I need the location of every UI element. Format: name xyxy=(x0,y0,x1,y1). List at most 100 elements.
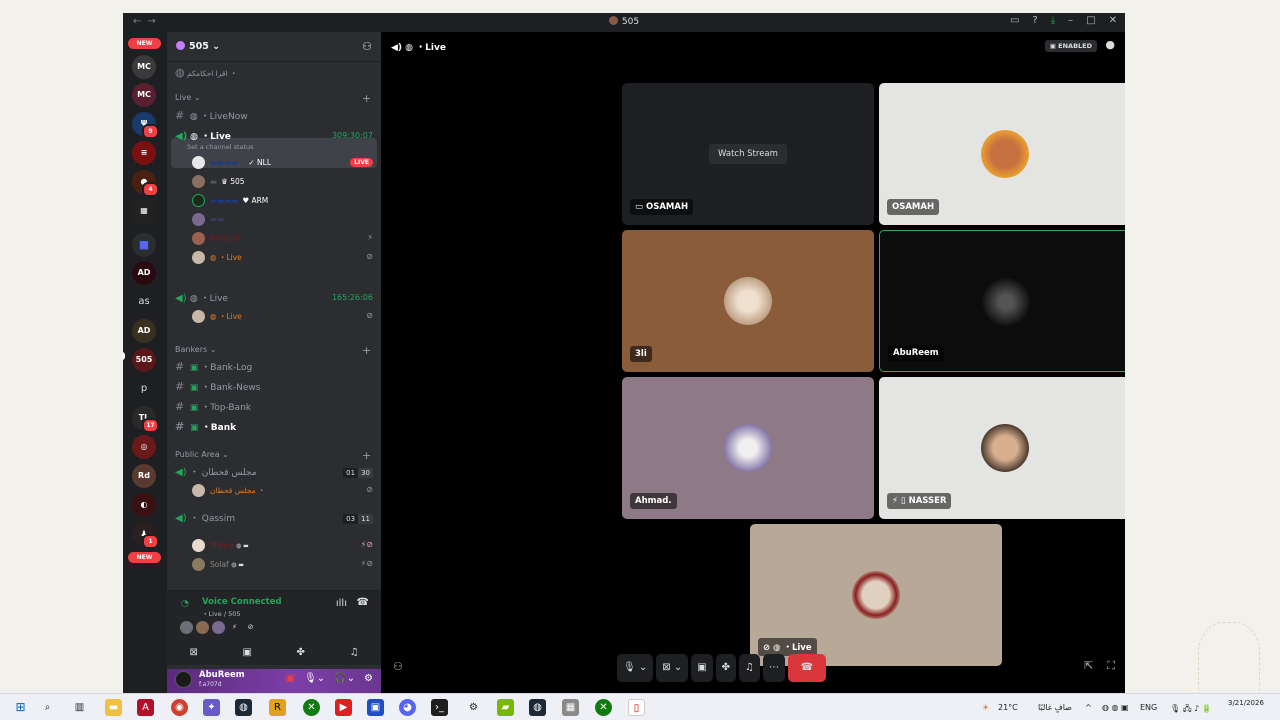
camera-off-icon[interactable]: ⊠ xyxy=(167,641,221,665)
channel-bank-log[interactable]: # ▣ ・Bank-Log xyxy=(175,360,252,373)
voice-user[interactable]: مجلس قحطان ・ ⊘ xyxy=(192,484,377,500)
invite-to-voice-icon[interactable]: ⚇ xyxy=(393,660,403,673)
server-icon[interactable]: Rd xyxy=(132,464,156,488)
category-bankers[interactable]: Bankers ⌄ + xyxy=(175,344,375,357)
channel-livenow[interactable]: # ◍ ・LiveNow xyxy=(175,109,248,122)
server-icon[interactable]: as xyxy=(132,290,156,314)
add-channel-icon[interactable]: + xyxy=(362,92,371,105)
server-icon[interactable]: p xyxy=(132,377,156,401)
soundboard-icon[interactable]: ♫ xyxy=(328,641,382,665)
app-icon[interactable]: ▣ xyxy=(367,699,384,716)
camera-toggle-button[interactable]: ⊠ ⌄ xyxy=(656,654,689,682)
weather-icon[interactable]: ☀ xyxy=(982,703,989,712)
game-icon[interactable]: ▣ xyxy=(286,673,295,684)
app-icon[interactable]: A xyxy=(137,699,154,716)
microphone-icon[interactable]: 🎙⌄ xyxy=(304,673,325,684)
enabled-badge[interactable]: ▣ ENABLED xyxy=(1044,40,1097,52)
activities-icon[interactable]: ✤ xyxy=(274,641,328,665)
channel-qassim[interactable]: ◀) ・ Qassim xyxy=(175,511,235,524)
server-icon[interactable]: MC xyxy=(132,55,156,79)
close-button[interactable]: ✕ xyxy=(1109,15,1117,26)
steam-icon[interactable]: ◍ xyxy=(235,699,252,716)
server-icon[interactable]: ◐ xyxy=(132,493,156,517)
mic-toggle-button[interactable]: 🎙 ⌄ xyxy=(617,654,654,682)
voice-user[interactable]: ▬▬▬▬ ✓ NLL LIVE xyxy=(192,156,377,172)
rockstar-icon[interactable]: R xyxy=(269,699,286,716)
participant-tile[interactable]: OSAMAH xyxy=(879,83,1125,225)
voice-user[interactable]: ◍ ・Live ⊘ xyxy=(192,251,377,267)
add-channel-icon[interactable]: + xyxy=(362,344,371,357)
steelseries-icon[interactable]: ⚙ xyxy=(465,699,482,716)
server-icon[interactable]: MC xyxy=(132,83,156,107)
terminal-icon[interactable]: ›_ xyxy=(431,699,448,716)
server-icon[interactable]: ◎ xyxy=(132,435,156,459)
headphones-icon[interactable]: 🎧⌄ xyxy=(334,673,355,684)
participant-tile[interactable]: AbuReem xyxy=(879,230,1125,372)
channel-bank-news[interactable]: # ▣ ・Bank-News xyxy=(175,380,260,393)
chat-icon[interactable]: ● xyxy=(1105,38,1115,51)
voice-user[interactable]: ◍ ・Live ⊘ xyxy=(192,310,377,326)
channel-status[interactable]: Set a channel status xyxy=(187,143,254,151)
server-icon[interactable]: TL 17 xyxy=(132,406,159,433)
participant-tile[interactable]: Ahmad. xyxy=(622,377,874,519)
participant-tile[interactable]: ⚡ ▯ NASSER xyxy=(879,377,1125,519)
store-icon[interactable]: ▦ xyxy=(562,699,579,716)
noise-suppression-icon[interactable]: ıllı xyxy=(336,598,347,609)
inbox-icon[interactable]: ▭ xyxy=(1010,15,1019,26)
screen-share-icon[interactable]: ▣ xyxy=(221,641,275,665)
server-icon[interactable]: AD xyxy=(132,319,156,343)
leave-call-button[interactable]: ☎ xyxy=(788,654,827,682)
discord-icon[interactable]: ◕ xyxy=(399,699,416,716)
share-screen-button[interactable]: ▣ xyxy=(691,654,713,682)
participant-tile[interactable]: ⊘ ◍ ・Live xyxy=(750,524,1002,666)
channel-live-2[interactable]: ◀) ◍ ・Live xyxy=(175,291,228,304)
xbox-icon[interactable]: ✕ xyxy=(595,699,612,716)
popout-icon[interactable]: ⇱ xyxy=(1084,659,1093,673)
chrome-icon[interactable]: ◉ xyxy=(171,699,188,716)
start-icon[interactable]: ⊞ xyxy=(12,699,29,716)
clock[interactable]: 3/21/2026 xyxy=(1228,699,1264,707)
add-channel-icon[interactable]: + xyxy=(362,449,371,462)
participant-tile[interactable]: 3li xyxy=(622,230,874,372)
steam-icon[interactable]: ◍ xyxy=(529,699,546,716)
download-icon[interactable]: ⤓ xyxy=(1051,15,1055,26)
watch-stream-button[interactable]: Watch Stream xyxy=(709,144,787,164)
xbox-icon[interactable]: ✕ xyxy=(303,699,320,716)
soundboard-button[interactable]: ♫ xyxy=(739,654,761,682)
participant-tile[interactable]: Watch Stream ▭ OSAMAH xyxy=(622,83,874,225)
server-name[interactable]: 505 ⌄ xyxy=(176,41,220,52)
voice-user[interactable]: Mohra ◍ ▬ ⚡⊘ xyxy=(192,539,377,555)
nvidia-icon[interactable]: ▰ xyxy=(497,699,514,716)
username[interactable]: AbuReem xyxy=(199,670,245,680)
voice-connected-title[interactable]: Voice Connected xyxy=(202,597,282,607)
task-view-icon[interactable]: ▥ xyxy=(71,699,88,716)
server-icon[interactable]: 505 xyxy=(132,348,156,372)
server-icon[interactable]: ● 4 xyxy=(132,170,159,197)
app-icon[interactable]: ▯ xyxy=(628,699,645,716)
voice-connected-channel[interactable]: ・Live / 505 xyxy=(202,608,241,618)
server-header[interactable]: 505 ⌄ ⚇ xyxy=(167,32,381,62)
server-icon[interactable]: AD xyxy=(132,261,156,285)
voice-user[interactable]: ▬▬ xyxy=(192,213,377,229)
server-icon[interactable]: ▦ xyxy=(132,199,156,223)
weather-temp[interactable]: 21°C xyxy=(998,703,1018,712)
avatar[interactable] xyxy=(175,671,192,688)
tray-status-icons[interactable]: 🎙 🖧 ♪ 🔋 xyxy=(1170,703,1212,717)
youtube-icon[interactable]: ▶ xyxy=(335,699,352,716)
folder-icon[interactable]: ■ xyxy=(132,233,156,257)
settings-icon[interactable]: ⚙ xyxy=(364,673,373,684)
voice-user[interactable]: NASSER ⚡ xyxy=(192,232,377,248)
server-icon[interactable]: Ψ9 xyxy=(132,112,159,139)
channel-top-bank[interactable]: # ▣ ・Top-Bank xyxy=(175,400,251,413)
signal-icon[interactable]: ◔ xyxy=(181,599,189,609)
channel-bank[interactable]: # ▣ ・Bank xyxy=(175,420,236,433)
channel-majlis[interactable]: ◀) ・ مجلس قحطان xyxy=(175,465,257,478)
voice-user[interactable]: ▬ ♛ 505 xyxy=(192,175,377,191)
search-icon[interactable]: ⌕ xyxy=(39,699,56,716)
category-live[interactable]: Live ⌄ + xyxy=(175,92,375,105)
help-icon[interactable]: ? xyxy=(1032,15,1037,26)
more-button[interactable]: ⋯ xyxy=(763,654,786,682)
minimize-button[interactable]: – xyxy=(1068,15,1073,26)
fullscreen-icon[interactable]: ⛶ xyxy=(1107,659,1115,673)
maximize-button[interactable]: □ xyxy=(1086,15,1095,26)
